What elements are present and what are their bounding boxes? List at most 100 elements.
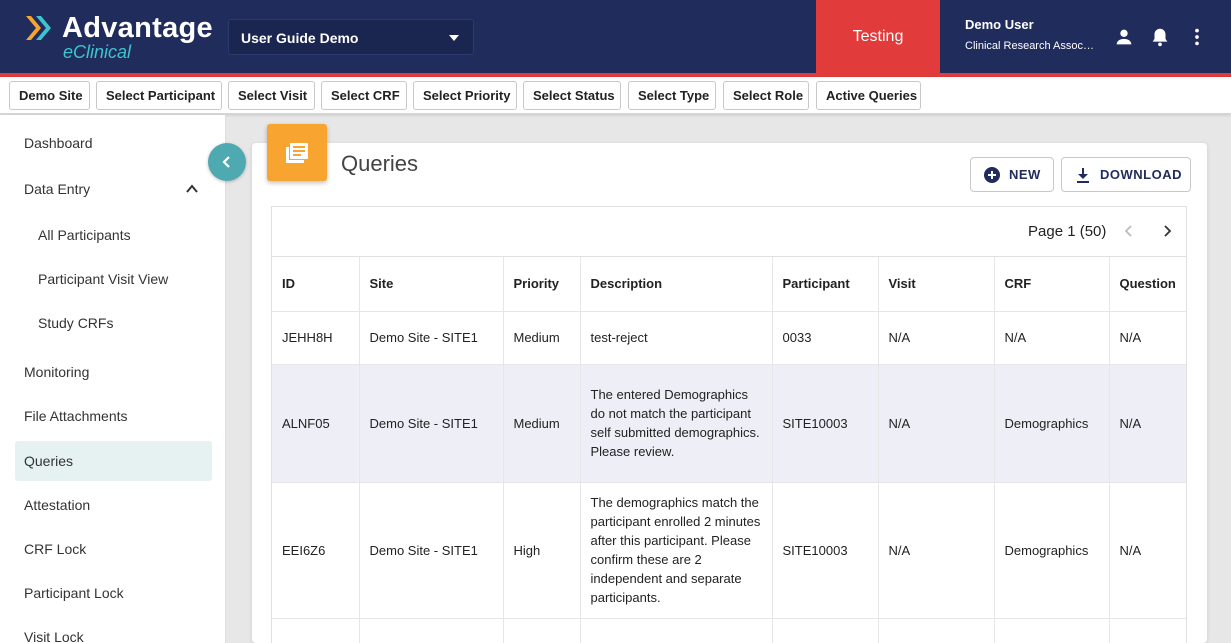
user-info[interactable]: Demo User Clinical Research Associate (965, 17, 1105, 52)
column-header-description[interactable]: Description (580, 257, 773, 312)
user-name: Demo User (965, 17, 1034, 32)
user-role: Clinical Research Associate (965, 40, 1095, 52)
cell-id: ALNF05 (272, 364, 360, 483)
sidebar-item-study-crfs[interactable]: Study CRFs (15, 303, 212, 343)
filter-status-button[interactable]: Select Status (523, 81, 621, 110)
cell-priority: Medium (503, 311, 581, 365)
sidebar-item-label: Data Entry (24, 181, 91, 197)
filter-active-queries-button[interactable]: Active Queries (816, 81, 921, 110)
sidebar-item-crf-lock[interactable]: CRF Lock (15, 529, 212, 569)
page-indicator: Page 1 (50) (1028, 223, 1107, 240)
sidebar-item-visit-lock[interactable]: Visit Lock (15, 617, 212, 643)
sidebar-item-label: Visit Lock (24, 629, 84, 643)
table-row[interactable]: JEHH8H Demo Site - SITE1 Medium test-rej… (272, 311, 1186, 365)
cell-description: The demographics match the participant e… (580, 482, 773, 619)
sidebar-item-label: Participant Lock (24, 585, 124, 601)
cell-site: Demo Site - SITE1 (359, 482, 504, 619)
sidebar-item-label: Attestation (24, 497, 91, 513)
filter-bar: Demo Site Select Participant Select Visi… (0, 77, 1231, 114)
new-query-label: NEW (1009, 167, 1041, 182)
sidebar-item-data-entry[interactable]: Data Entry (15, 169, 212, 209)
cell-id: EEI6Z6 (272, 482, 360, 619)
sidebar-item-participant-lock[interactable]: Participant Lock (15, 573, 212, 613)
filter-participant-button[interactable]: Select Participant (96, 81, 222, 110)
download-icon (1077, 168, 1089, 183)
cell-question: N/A (1109, 311, 1186, 365)
new-query-button[interactable]: NEW (970, 157, 1054, 192)
app-header: Advantage eClinical User Guide Demo Test… (0, 0, 1231, 77)
chevron-up-icon (186, 184, 198, 193)
queries-table-container: Page 1 (50) ID Site Priority Description… (271, 206, 1187, 643)
cell-priority: Medium (503, 364, 581, 483)
download-button[interactable]: DOWNLOAD (1061, 157, 1191, 192)
download-label: DOWNLOAD (1100, 167, 1182, 182)
sidebar-item-label: Dashboard (24, 135, 93, 151)
filter-type-button[interactable]: Select Type (628, 81, 716, 110)
sidebar-item-attestation[interactable]: Attestation (15, 485, 212, 525)
sidebar-item-label: Participant Visit View (38, 271, 169, 287)
table-row[interactable]: EEI6Z6 Demo Site - SITE1 High The demogr… (272, 482, 1186, 619)
caret-down-icon (449, 35, 459, 41)
chevron-left-icon[interactable] (1122, 224, 1136, 238)
cell-visit: N/A (878, 482, 995, 619)
sidebar-item-all-participants[interactable]: All Participants (15, 215, 212, 255)
logo-subtitle: eClinical (63, 42, 132, 62)
sidebar-item-monitoring[interactable]: Monitoring (15, 352, 212, 392)
sidebar-item-label: File Attachments (24, 408, 128, 424)
cell-question: N/A (1109, 364, 1186, 483)
sidebar-item-file-attachments[interactable]: File Attachments (15, 396, 212, 436)
chevrons-logo-icon (26, 16, 51, 40)
sidebar-item-label: Queries (24, 453, 74, 469)
document-list-icon (286, 143, 308, 163)
sidebar-item-queries[interactable]: Queries (15, 441, 212, 481)
chevron-left-icon (222, 156, 230, 168)
sidebar-item-dashboard[interactable]: Dashboard (15, 123, 212, 163)
environment-label: Testing (852, 28, 904, 45)
table-row[interactable] (272, 618, 1186, 643)
cell-priority: High (503, 482, 581, 619)
column-header-participant[interactable]: Participant (772, 257, 879, 312)
sidebar-item-label: All Participants (38, 227, 131, 243)
study-select-value: User Guide Demo (241, 30, 359, 46)
column-header-site[interactable]: Site (359, 257, 504, 312)
cell-participant: SITE10003 (772, 482, 879, 619)
chevron-right-icon[interactable] (1160, 224, 1174, 238)
cell-crf: N/A (994, 311, 1110, 365)
column-header-id[interactable]: ID (272, 257, 360, 312)
app-logo[interactable]: Advantage eClinical (24, 12, 214, 64)
sidebar-item-participant-visit-view[interactable]: Participant Visit View (15, 259, 212, 299)
filter-priority-button[interactable]: Select Priority (413, 81, 517, 110)
more-vert-icon[interactable] (1186, 26, 1208, 48)
environment-badge: Testing (816, 0, 940, 73)
cell-crf: Demographics (994, 364, 1110, 483)
cell-question: N/A (1109, 482, 1186, 619)
table-header-row: ID Site Priority Description Participant… (272, 257, 1186, 312)
sidebar-item-label: Study CRFs (38, 315, 114, 331)
person-icon[interactable] (1113, 26, 1135, 48)
cell-participant: 0033 (772, 311, 879, 365)
table-row[interactable]: ALNF05 Demo Site - SITE1 Medium The ente… (272, 364, 1186, 483)
collapse-sidebar-button[interactable] (208, 143, 246, 181)
queries-card-icon (267, 124, 327, 181)
column-header-priority[interactable]: Priority (503, 257, 581, 312)
filter-role-button[interactable]: Select Role (723, 81, 809, 110)
study-select[interactable]: User Guide Demo (228, 19, 474, 55)
bell-icon[interactable] (1149, 26, 1171, 48)
column-header-crf[interactable]: CRF (994, 257, 1110, 312)
cell-id: JEHH8H (272, 311, 360, 365)
filter-site-button[interactable]: Demo Site (9, 81, 90, 110)
column-header-visit[interactable]: Visit (878, 257, 995, 312)
sidebar-item-label: CRF Lock (24, 541, 87, 557)
cell-crf: Demographics (994, 482, 1110, 619)
column-header-question[interactable]: Question (1109, 257, 1186, 312)
queries-table: ID Site Priority Description Participant… (272, 257, 1186, 643)
cell-site: Demo Site - SITE1 (359, 364, 504, 483)
page-title: Queries (341, 151, 419, 176)
cell-description: The entered Demographics do not match th… (580, 364, 773, 483)
filter-visit-button[interactable]: Select Visit (228, 81, 315, 110)
sidebar: Dashboard Data Entry All Participants Pa… (0, 115, 226, 643)
cell-participant: SITE10003 (772, 364, 879, 483)
logo-title: Advantage (62, 12, 213, 44)
filter-crf-button[interactable]: Select CRF (321, 81, 407, 110)
cell-visit: N/A (878, 364, 995, 483)
